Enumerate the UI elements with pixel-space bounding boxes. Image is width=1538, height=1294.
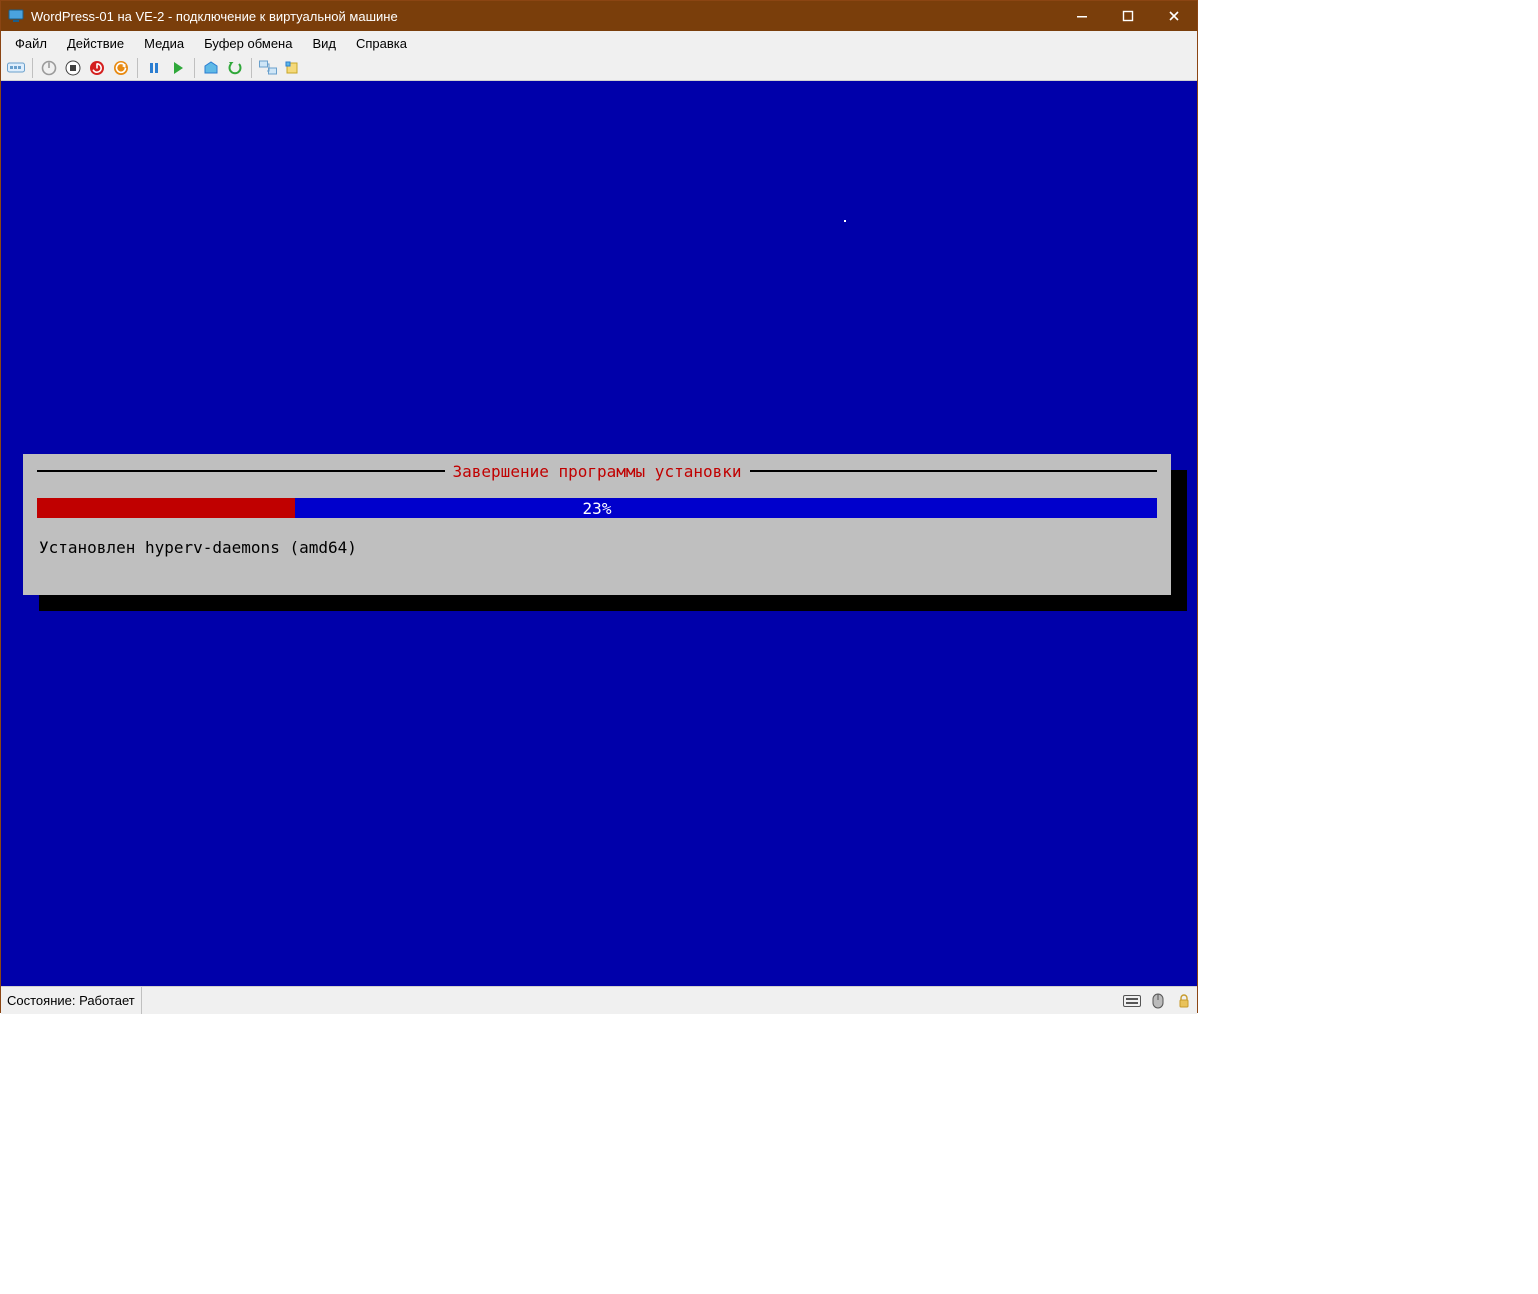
window-title: WordPress-01 на VE-2 - подключение к вир… — [31, 9, 1059, 24]
ctrl-alt-del-icon[interactable] — [5, 57, 27, 79]
minimize-button[interactable] — [1059, 1, 1105, 31]
status-text: Состояние: Работает — [1, 987, 142, 1014]
vm-console[interactable]: Завершение программы установки 23% Устан… — [1, 81, 1197, 986]
menu-bar: Файл Действие Медиа Буфер обмена Вид Спр… — [1, 31, 1197, 55]
cursor-icon — [844, 220, 846, 222]
checkpoint-icon[interactable] — [200, 57, 222, 79]
menu-clipboard[interactable]: Буфер обмена — [194, 31, 302, 55]
divider-icon — [750, 470, 1158, 472]
installer-message: Установлен hyperv-daemons (amd64) — [37, 528, 1157, 577]
stop-icon[interactable] — [62, 57, 84, 79]
menu-action[interactable]: Действие — [57, 31, 134, 55]
mouse-status-icon — [1148, 991, 1168, 1011]
installer-title: Завершение программы установки — [445, 462, 750, 481]
menu-help[interactable]: Справка — [346, 31, 417, 55]
installer-panel: Завершение программы установки 23% Устан… — [23, 454, 1171, 595]
play-icon[interactable] — [167, 57, 189, 79]
toolbar-separator — [251, 58, 252, 78]
share-icon[interactable] — [281, 57, 303, 79]
toolbar — [1, 55, 1197, 81]
close-button[interactable] — [1151, 1, 1197, 31]
enhanced-session-icon[interactable] — [257, 57, 279, 79]
menu-file[interactable]: Файл — [5, 31, 57, 55]
keyboard-status-icon — [1122, 991, 1142, 1011]
shutdown-icon[interactable] — [86, 57, 108, 79]
turnoff-icon[interactable] — [38, 57, 60, 79]
progress-label: 23% — [37, 498, 1157, 518]
menu-view[interactable]: Вид — [302, 31, 346, 55]
monitor-icon — [7, 7, 25, 25]
installer-title-row: Завершение программы установки — [37, 462, 1157, 480]
revert-icon[interactable] — [224, 57, 246, 79]
title-bar[interactable]: WordPress-01 на VE-2 - подключение к вир… — [1, 1, 1197, 31]
reset-icon[interactable] — [110, 57, 132, 79]
toolbar-separator — [137, 58, 138, 78]
progress-bar: 23% — [37, 498, 1157, 518]
menu-media[interactable]: Медиа — [134, 31, 194, 55]
pause-icon[interactable] — [143, 57, 165, 79]
installer-box: Завершение программы установки 23% Устан… — [23, 454, 1171, 595]
maximize-button[interactable] — [1105, 1, 1151, 31]
toolbar-separator — [194, 58, 195, 78]
window-controls — [1059, 1, 1197, 31]
toolbar-separator — [32, 58, 33, 78]
divider-icon — [37, 470, 445, 472]
lock-status-icon — [1174, 991, 1194, 1011]
window-root: WordPress-01 на VE-2 - подключение к вир… — [0, 0, 1198, 1013]
status-bar: Состояние: Работает — [1, 986, 1197, 1014]
